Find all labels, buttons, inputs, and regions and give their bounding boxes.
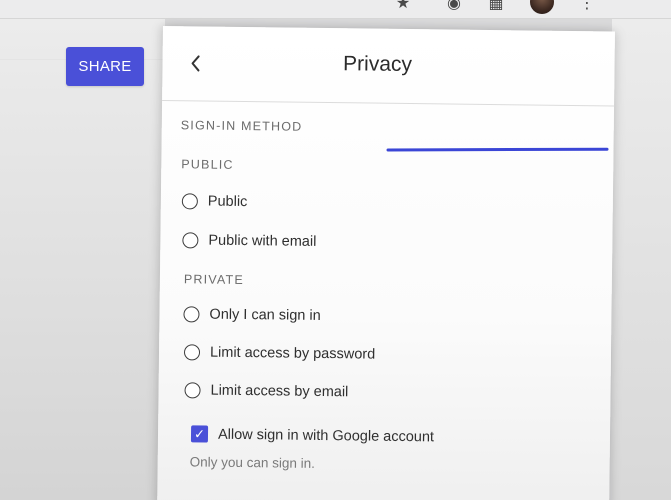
checkbox-checked-icon[interactable]: ✓ — [190, 425, 209, 443]
private-section-heading: PRIVATE — [183, 272, 245, 288]
option-label: Allow sign in with Google account — [217, 426, 435, 445]
share-button[interactable]: SHARE — [66, 47, 144, 86]
radio-public[interactable]: Public — [181, 193, 248, 211]
radio-public-with-email[interactable]: Public with email — [182, 232, 316, 250]
radio-limit-by-email[interactable]: Limit access by email — [184, 382, 348, 400]
highlight-underline — [386, 147, 609, 152]
sign-in-method-heading: SIGN-IN METHOD — [180, 118, 303, 134]
helper-text: Only you can sign in. — [189, 454, 316, 471]
privacy-panel: Privacy SIGN-IN METHOD PUBLIC Public Pub… — [157, 26, 615, 500]
profile-avatar[interactable] — [530, 0, 554, 14]
option-label: Limit access by email — [210, 382, 349, 401]
public-section-heading: PUBLIC — [181, 157, 234, 172]
browser-toolbar: ★ ◉ ▦ ⋮ — [0, 0, 671, 19]
radio-button[interactable] — [184, 382, 201, 399]
puzzle-icon[interactable]: ▦ — [487, 0, 505, 12]
radio-button[interactable] — [181, 193, 198, 210]
radio-only-i-can-sign-in[interactable]: Only I can sign in — [183, 306, 321, 324]
panel-header: Privacy — [162, 26, 615, 107]
checkbox-allow-google-sign-in[interactable]: ✓ Allow sign in with Google account — [190, 425, 435, 445]
panel-title: Privacy — [342, 52, 413, 77]
more-icon[interactable]: ⋮ — [578, 0, 596, 12]
option-label: Limit access by password — [209, 344, 376, 363]
option-label: Only I can sign in — [209, 306, 321, 324]
radio-button[interactable] — [183, 306, 200, 323]
radio-button[interactable] — [182, 232, 199, 249]
option-label: Public with email — [208, 232, 317, 250]
radio-button[interactable] — [183, 344, 201, 361]
page-background-right — [612, 19, 671, 500]
option-label: Public — [207, 193, 248, 211]
radio-limit-by-password[interactable]: Limit access by password — [183, 344, 376, 363]
extension-icon[interactable]: ◉ — [445, 0, 463, 12]
page-background — [0, 19, 165, 500]
star-icon[interactable]: ★ — [394, 0, 412, 12]
